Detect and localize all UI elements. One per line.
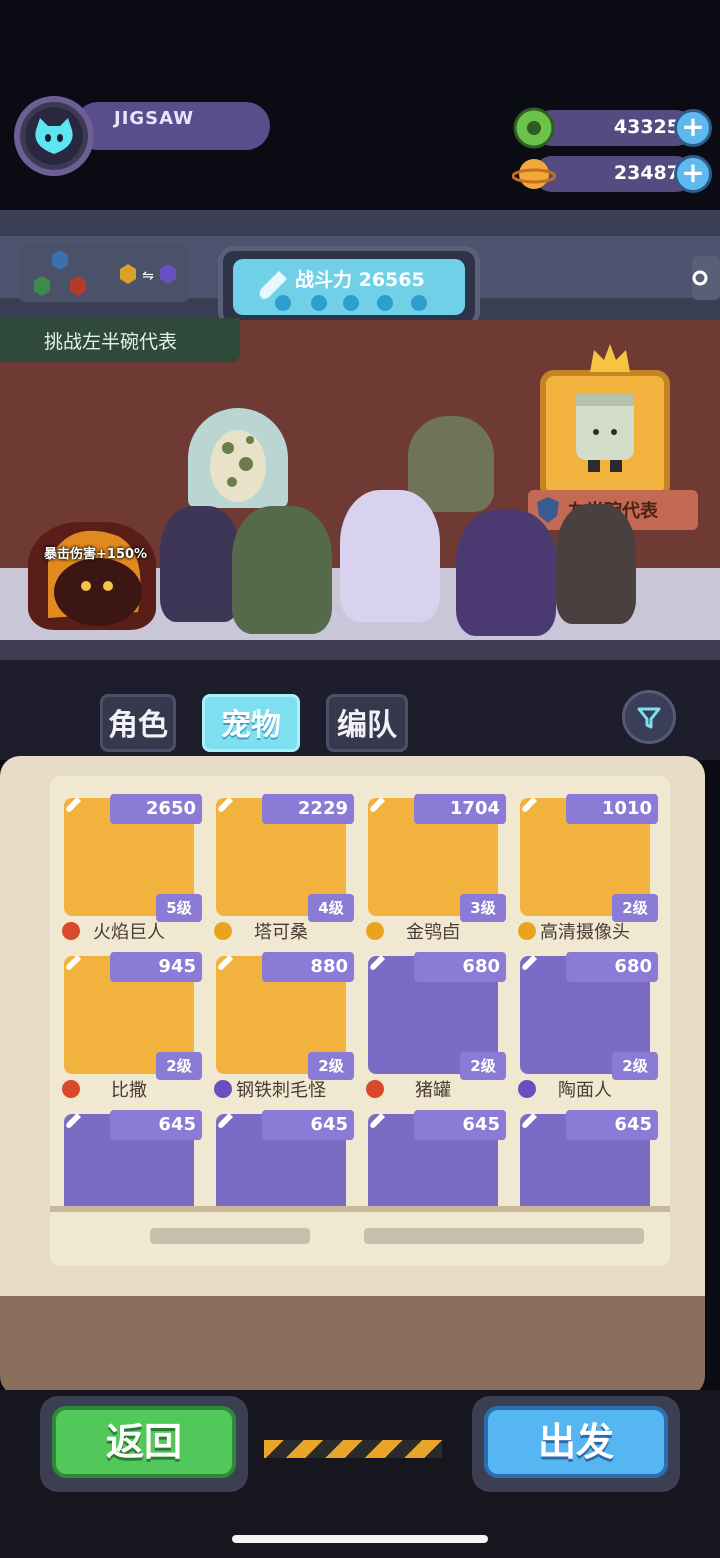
crown-icon bbox=[590, 344, 630, 378]
player-name: JIGSAW bbox=[114, 108, 195, 129]
blurred-text bbox=[150, 1228, 310, 1244]
bottle-icon bbox=[522, 796, 538, 818]
pet-power: 645 bbox=[566, 1110, 658, 1140]
pet-power: 680 bbox=[566, 952, 658, 982]
tab-pets[interactable]: 宠物 bbox=[202, 694, 300, 752]
combat-power-value: 战斗力 26565 bbox=[295, 269, 425, 291]
blurred-text bbox=[364, 1228, 644, 1244]
pet-card[interactable]: 645 bbox=[208, 1106, 354, 1208]
combat-power-panel: 战斗力 26565 bbox=[218, 246, 480, 328]
crit-damage-buff: 暴击伤害+150% bbox=[44, 547, 148, 562]
cup-pet-icon bbox=[576, 394, 634, 472]
green-donut-icon bbox=[512, 106, 556, 150]
pet-name: 火焰巨人 bbox=[93, 922, 165, 943]
pet-power: 2650 bbox=[110, 794, 202, 824]
goblin-character[interactable] bbox=[232, 506, 332, 634]
bottle-icon bbox=[370, 1112, 386, 1134]
currency-donut-value: 43325 bbox=[613, 116, 680, 138]
pet-name: 高清摄像头 bbox=[540, 922, 630, 943]
bottle-icon bbox=[66, 954, 82, 976]
currency-coin-value: 23487 bbox=[613, 162, 680, 184]
pet-card[interactable]: 945 2级 比撒 bbox=[56, 948, 202, 1101]
currency-coin: 23487 + bbox=[511, 152, 714, 196]
home-indicator[interactable] bbox=[232, 1535, 488, 1543]
add-donut-button[interactable]: + bbox=[674, 109, 712, 147]
bottle-icon bbox=[522, 1112, 538, 1134]
pet-name: 比撒 bbox=[111, 1080, 147, 1101]
pet-name: 陶面人 bbox=[558, 1080, 612, 1101]
pet-power: 1010 bbox=[566, 794, 658, 824]
pet-card[interactable]: 645 bbox=[360, 1106, 506, 1208]
pet-card[interactable]: 2650 5级 火焰巨人 bbox=[56, 790, 202, 943]
back-button[interactable]: 返回 bbox=[52, 1406, 236, 1478]
egg-display-dome bbox=[188, 408, 288, 508]
pet-power: 645 bbox=[414, 1110, 506, 1140]
pet-name: 金鸮卣 bbox=[406, 922, 460, 943]
bottle-icon bbox=[218, 1112, 234, 1134]
bottle-icon bbox=[218, 954, 234, 976]
filter-icon bbox=[637, 707, 661, 729]
power-dot bbox=[377, 295, 393, 311]
book-edge bbox=[0, 1296, 705, 1396]
pet-power: 1704 bbox=[414, 794, 506, 824]
cat-avatar-icon bbox=[25, 107, 83, 165]
go-button-frame: 出发 bbox=[472, 1396, 680, 1492]
challenge-label: 挑战左半碗代表 bbox=[44, 331, 178, 353]
pet-name: 钢铁刺毛怪 bbox=[236, 1080, 326, 1101]
pet-card[interactable]: 645 bbox=[56, 1106, 202, 1208]
pet-card[interactable]: 680 2级 陶面人 bbox=[512, 948, 658, 1101]
pet-power: 680 bbox=[414, 952, 506, 982]
hazard-stripe bbox=[264, 1440, 442, 1458]
bottle-icon bbox=[522, 954, 538, 976]
priest-character[interactable] bbox=[340, 490, 440, 622]
bottle-icon bbox=[66, 796, 82, 818]
pet-power: 645 bbox=[110, 1110, 202, 1140]
bottle-icon bbox=[370, 796, 386, 818]
pet-card[interactable]: 680 2级 猪罐 bbox=[360, 948, 506, 1101]
tab-characters[interactable]: 角色 bbox=[100, 694, 176, 752]
witch-character[interactable] bbox=[456, 510, 556, 636]
bottle-icon bbox=[66, 1112, 82, 1134]
pet-power: 880 bbox=[262, 952, 354, 982]
svg-text:⇋: ⇋ bbox=[142, 268, 154, 284]
add-coin-button[interactable]: + bbox=[674, 155, 712, 193]
bottle-icon bbox=[370, 954, 386, 976]
element-cycle-icon: ⇋ bbox=[34, 250, 176, 296]
pet-power: 945 bbox=[110, 952, 202, 982]
pet-power: 2229 bbox=[262, 794, 354, 824]
power-dot bbox=[275, 295, 291, 311]
avatar[interactable] bbox=[14, 96, 94, 176]
power-dot bbox=[311, 295, 327, 311]
pet-card[interactable]: 1704 3级 金鸮卣 bbox=[360, 790, 506, 943]
pet-name: 猪罐 bbox=[415, 1080, 451, 1101]
pet-card[interactable]: 2229 4级 塔可桑 bbox=[208, 790, 354, 943]
filter-button[interactable] bbox=[622, 690, 676, 744]
power-dot bbox=[411, 295, 427, 311]
power-dot bbox=[343, 295, 359, 311]
currency-donut: 43325 + bbox=[512, 106, 714, 150]
pet-power: 645 bbox=[262, 1110, 354, 1140]
pet-grid: 2650 5级 火焰巨人 2229 4级 塔可桑 1704 3级 金鸮卣 1010 2级 高清摄像头 9… bbox=[56, 790, 664, 1208]
go-button[interactable]: 出发 bbox=[484, 1406, 668, 1478]
pet-card[interactable]: 880 2级 钢铁刺毛怪 bbox=[208, 948, 354, 1101]
player-profile[interactable]: JIGSAW bbox=[14, 96, 270, 180]
pet-card[interactable]: 1010 2级 高清摄像头 bbox=[512, 790, 658, 943]
book-divider bbox=[50, 1206, 670, 1212]
scissors-icon[interactable] bbox=[686, 256, 720, 300]
tab-formation[interactable]: 编队 bbox=[326, 694, 408, 752]
bottle-icon bbox=[218, 796, 234, 818]
gunner-character[interactable] bbox=[556, 504, 636, 624]
pet-card[interactable]: 645 bbox=[512, 1106, 658, 1208]
combat-power-screen: 战斗力 26565 bbox=[233, 259, 465, 315]
planet-coin-icon bbox=[511, 152, 557, 196]
back-button-frame: 返回 bbox=[40, 1396, 248, 1492]
element-cycle-panel[interactable]: ⇋ bbox=[18, 244, 190, 302]
challenge-banner[interactable]: 挑战左半碗代表 bbox=[0, 318, 240, 362]
fire-giant-character[interactable] bbox=[28, 522, 156, 630]
rival-trophy-frame[interactable] bbox=[540, 370, 670, 500]
hooded-character[interactable] bbox=[160, 506, 240, 622]
pet-name: 塔可桑 bbox=[254, 922, 308, 943]
